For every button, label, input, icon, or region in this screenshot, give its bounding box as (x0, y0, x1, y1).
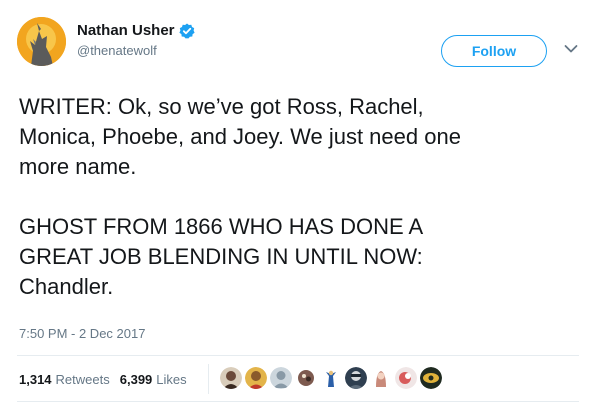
liker-avatars (220, 367, 445, 389)
tweet-line: WRITER: Ok, so we’ve got Ross, Rachel, (19, 94, 424, 119)
tweet-line: GREAT JOB BLENDING IN UNTIL NOW: (19, 244, 423, 269)
tweet-line: Chandler. (19, 274, 114, 299)
likes-count: 6,399 (119, 372, 153, 387)
retweets-count: 1,314 (19, 372, 52, 387)
liker-avatar[interactable] (370, 367, 392, 389)
liker-avatar[interactable] (245, 367, 267, 389)
likes-label: Likes (156, 372, 187, 387)
liker-avatar[interactable] (395, 367, 417, 389)
tweet-line: Monica, Phoebe, and Joey. We just need o… (19, 124, 461, 149)
tweet-stats: 1,314 Retweets 6,399 Likes (19, 372, 197, 387)
liker-avatar[interactable] (295, 367, 317, 389)
wolf-avatar-icon (17, 17, 66, 66)
tweet-card: Nathan Usher @thenatewolf Follow WRITER:… (0, 0, 603, 413)
retweets-label: Retweets (55, 372, 110, 387)
author-handle[interactable]: @thenatewolf (77, 43, 157, 58)
liker-avatar[interactable] (220, 367, 242, 389)
verified-badge-icon (178, 23, 195, 39)
divider (17, 355, 579, 356)
liker-avatar[interactable] (270, 367, 292, 389)
follow-button[interactable]: Follow (441, 35, 547, 67)
author-display-name[interactable]: Nathan Usher (77, 22, 175, 39)
liker-avatar[interactable] (320, 367, 342, 389)
stats-separator (208, 364, 209, 394)
tweet-text: WRITER: Ok, so we’ve got Ross, Rachel, M… (19, 92, 589, 302)
retweets-stat[interactable]: 1,314 Retweets (19, 372, 110, 387)
tweet-line: more name. (19, 154, 137, 179)
tweet-timestamp[interactable]: 7:50 PM - 2 Dec 2017 (19, 326, 145, 341)
liker-avatar[interactable] (420, 367, 442, 389)
divider (17, 401, 579, 402)
liker-avatar[interactable] (345, 367, 367, 389)
chevron-down-icon[interactable] (564, 44, 578, 54)
likes-stat[interactable]: 6,399 Likes (120, 372, 187, 387)
tweet-line: GHOST FROM 1866 WHO HAS DONE A (19, 214, 424, 239)
avatar[interactable] (17, 17, 66, 66)
author-name-row[interactable]: Nathan Usher (77, 22, 195, 39)
